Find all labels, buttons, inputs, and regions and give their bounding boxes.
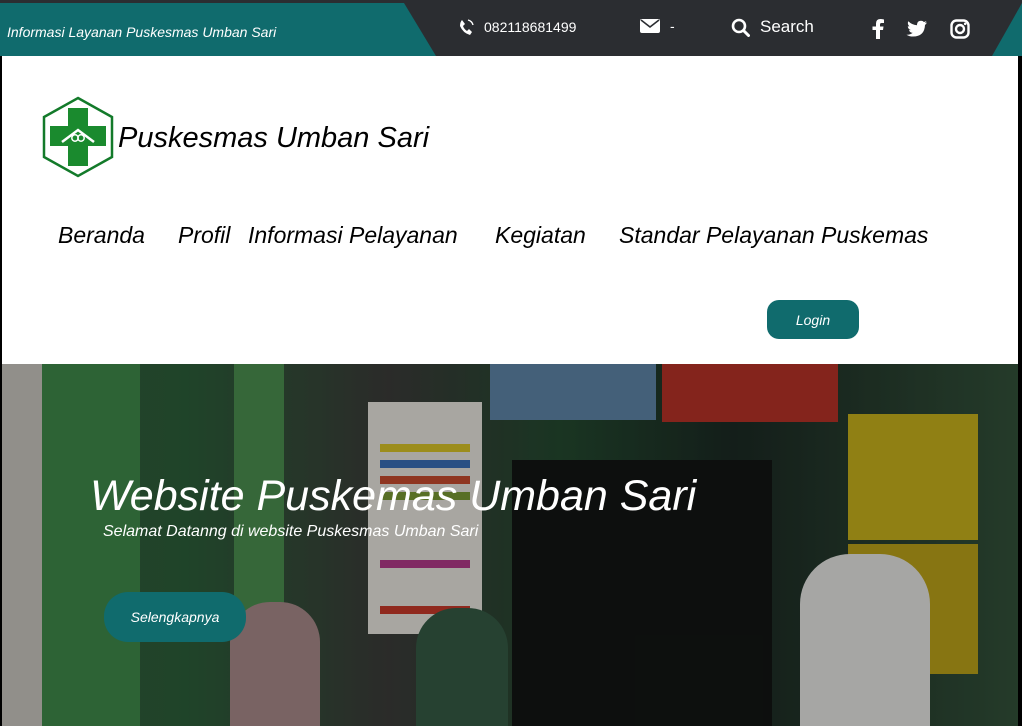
instagram-icon[interactable] <box>950 19 970 39</box>
hero-overlay <box>2 364 1018 726</box>
main-nav: Beranda Profil Informasi Pelayanan Kegia… <box>2 222 1018 252</box>
login-button[interactable]: Login <box>767 300 859 339</box>
puskesmas-logo[interactable] <box>42 96 114 178</box>
email-value: - <box>670 18 675 34</box>
nav-item-beranda[interactable]: Beranda <box>58 222 145 249</box>
top-bar-accent <box>992 3 1022 56</box>
nav-item-informasi-pelayanan[interactable]: Informasi Pelayanan <box>248 222 458 249</box>
site-name[interactable]: Puskesmas Umban Sari <box>118 122 429 155</box>
phone-number: 082118681499 <box>484 19 577 35</box>
search-label: Search <box>760 17 814 36</box>
nav-item-profil[interactable]: Profil <box>178 222 230 249</box>
social-links <box>872 19 970 39</box>
nav-item-standar-pelayanan[interactable]: Standar Pelayanan Puskemas <box>619 222 928 249</box>
search-button[interactable]: Search <box>731 17 814 37</box>
site-header: Puskesmas Umban Sari Beranda Profil Info… <box>2 56 1018 364</box>
mail-icon <box>640 19 660 33</box>
phone-icon <box>458 18 474 36</box>
hero-subtitle: Selamat Datanng di website Puskesmas Umb… <box>103 523 479 540</box>
info-text: Informasi Layanan Puskesmas Umban Sari <box>7 24 277 40</box>
phone-contact[interactable]: 082118681499 <box>458 18 576 36</box>
search-icon <box>731 18 750 37</box>
top-bar: Informasi Layanan Puskesmas Umban Sari 0… <box>0 0 1022 56</box>
nav-item-kegiatan[interactable]: Kegiatan <box>495 222 586 249</box>
hero-banner: Website Puskemas Umban Sari Selamat Data… <box>2 364 1018 726</box>
email-contact[interactable]: - <box>640 18 675 34</box>
hero-title: Website Puskemas Umban Sari <box>90 472 697 520</box>
facebook-icon[interactable] <box>872 19 884 39</box>
read-more-button[interactable]: Selengkapnya <box>104 592 246 642</box>
twitter-icon[interactable] <box>906 20 928 38</box>
